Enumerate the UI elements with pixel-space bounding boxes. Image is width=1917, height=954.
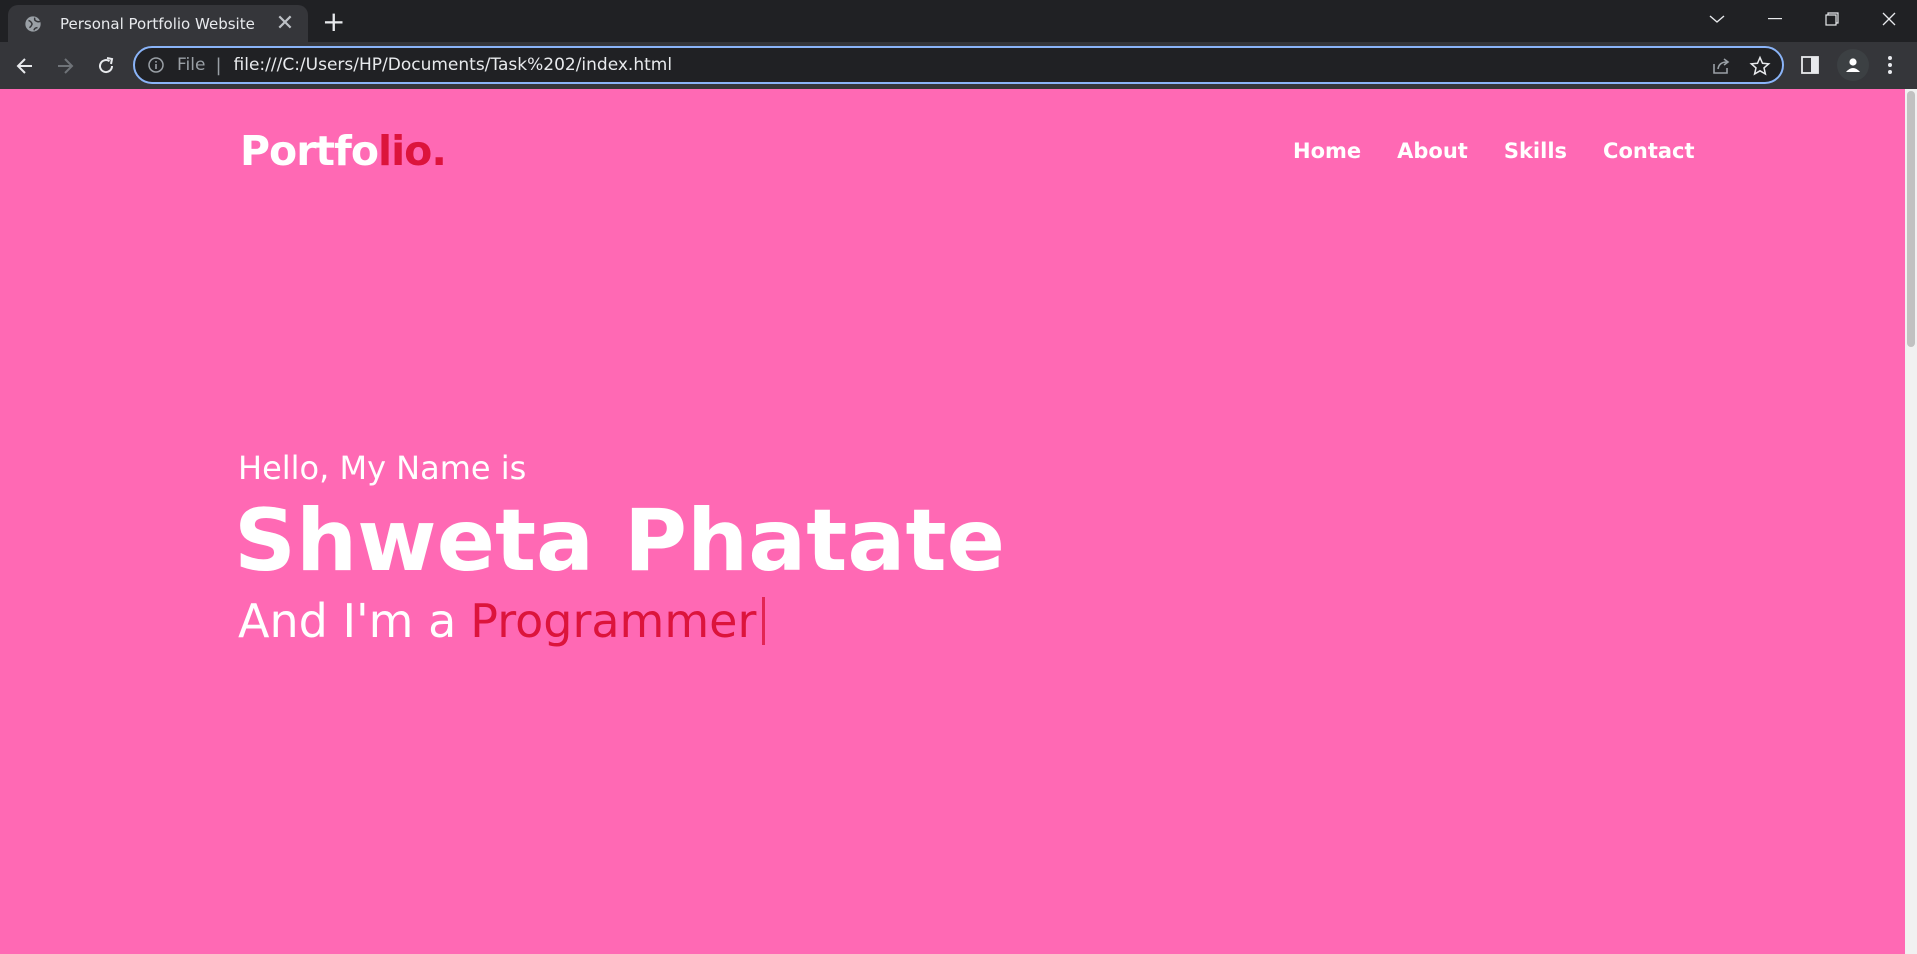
more-icon[interactable] — [1878, 53, 1902, 77]
restore-icon[interactable] — [1803, 0, 1860, 38]
window-close-icon[interactable] — [1860, 0, 1917, 38]
tab-strip: Personal Portfolio Website ✕ + — [0, 0, 1917, 42]
hero-greeting: Hello, My Name is — [238, 449, 527, 487]
logo-main-text: Portfo — [240, 127, 379, 175]
page-viewport: Portfolio. Home About Skills Contact Hel… — [0, 89, 1905, 954]
nav-link-home[interactable]: Home — [1293, 139, 1361, 163]
hero-role-prefix: And I'm a — [238, 594, 457, 648]
globe-icon — [25, 15, 41, 32]
active-tab[interactable]: Personal Portfolio Website ✕ — [8, 5, 308, 42]
reload-icon[interactable] — [91, 51, 121, 81]
nav-link-contact[interactable]: Contact — [1603, 139, 1695, 163]
minimize-icon[interactable] — [1746, 0, 1803, 38]
info-icon[interactable] — [147, 56, 165, 74]
nav-link-about[interactable]: About — [1397, 139, 1468, 163]
hero-role-typed: Programmer — [470, 594, 757, 648]
chevron-down-icon[interactable] — [1688, 0, 1745, 38]
scrollbar-thumb[interactable] — [1907, 91, 1915, 347]
browser-toolbar: File | — [0, 42, 1917, 89]
hero-role: And I'm a Programmer — [238, 594, 766, 648]
typing-cursor — [762, 597, 766, 645]
logo-accent-text: lio. — [378, 127, 447, 175]
scheme-separator: | — [215, 54, 222, 76]
plus-icon[interactable]: + — [322, 8, 345, 36]
side-panel-icon[interactable] — [1798, 53, 1822, 77]
address-bar[interactable]: File | — [133, 46, 1784, 84]
star-icon[interactable] — [1749, 55, 1771, 77]
back-icon[interactable] — [10, 51, 40, 81]
close-icon[interactable]: ✕ — [274, 12, 296, 35]
share-icon[interactable] — [1710, 55, 1732, 77]
scheme-label: File — [177, 55, 206, 75]
tab-title: Personal Portfolio Website — [60, 14, 255, 33]
profile-icon[interactable] — [1837, 49, 1869, 81]
nav-link-skills[interactable]: Skills — [1504, 139, 1567, 163]
forward-icon[interactable] — [50, 51, 80, 81]
page-scrollbar[interactable] — [1905, 89, 1917, 954]
hero-name: Shweta Phatate — [234, 491, 1005, 591]
url-input[interactable] — [233, 55, 1534, 75]
site-logo[interactable]: Portfolio. — [240, 127, 447, 175]
site-navigation: Home About Skills Contact — [1293, 139, 1695, 163]
